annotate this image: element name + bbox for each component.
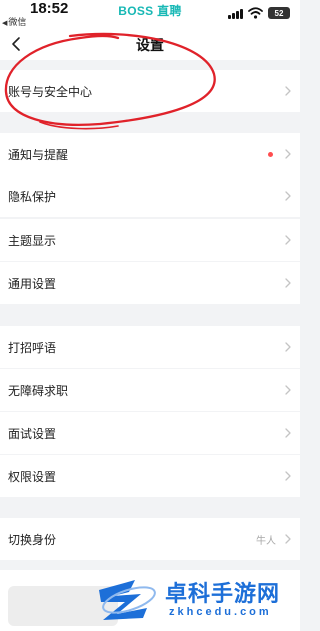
settings-item-general[interactable]: 通用设置 [0, 262, 300, 304]
chevron-right-icon [285, 342, 291, 352]
notification-dot [268, 152, 273, 157]
chevron-right-icon [285, 385, 291, 395]
back-triangle-icon: ◀ [2, 19, 8, 27]
settings-item-label: 通知与提醒 [8, 147, 69, 162]
watermark-logo-icon [99, 580, 156, 620]
back-app-label: 微信 [8, 18, 27, 28]
settings-item-label: 面试设置 [8, 426, 57, 441]
chevron-right-icon [285, 534, 291, 544]
settings-item-theme[interactable]: 主题显示 [0, 219, 300, 261]
settings-item-label: 权限设置 [8, 469, 57, 484]
watermark-subtitle: zkhcedu.com [169, 606, 272, 618]
settings-item-label: 通用设置 [8, 276, 57, 291]
chevron-right-icon [285, 278, 291, 288]
settings-item-switch-identity[interactable]: 切换身份 牛人 [0, 518, 300, 560]
settings-item-account-security[interactable]: 账号与安全中心 [0, 70, 300, 112]
settings-item-label: 无障碍求职 [8, 383, 69, 398]
settings-item-label: 打招呼语 [8, 340, 57, 355]
settings-item-label: 隐私保护 [8, 189, 57, 204]
settings-item-notifications[interactable]: 通知与提醒 [0, 133, 300, 175]
chevron-right-icon [285, 86, 291, 96]
settings-item-privacy[interactable]: 隐私保护 [0, 175, 300, 217]
settings-item-interview[interactable]: 面试设置 [0, 412, 300, 454]
chevron-right-icon [285, 191, 291, 201]
page-title: 设置 [136, 38, 164, 54]
current-identity-value: 牛人 [256, 535, 276, 547]
settings-item-greeting[interactable]: 打招呼语 [0, 326, 300, 368]
settings-item-label: 账号与安全中心 [8, 84, 93, 99]
chevron-right-icon [285, 235, 291, 245]
nav-bar: 设置 [0, 28, 300, 60]
wifi-icon [248, 7, 263, 19]
settings-item-label: 切换身份 [8, 532, 57, 547]
watermark: 卓科手游网 zkhcedu.com [95, 574, 295, 624]
settings-item-permissions[interactable]: 权限设置 [0, 455, 300, 497]
chevron-right-icon [285, 471, 291, 481]
chevron-right-icon [285, 428, 291, 438]
settings-item-accessible-job[interactable]: 无障碍求职 [0, 369, 300, 411]
cellular-signal-icon [228, 8, 243, 19]
battery-icon: 52 [268, 7, 290, 19]
chevron-right-icon [285, 149, 291, 159]
settings-item-label: 主题显示 [8, 233, 57, 248]
status-icons: 52 [228, 6, 290, 20]
status-bar: 18:52 ◀微信 BOSS 直聘 52 [0, 0, 300, 28]
watermark-title: 卓科手游网 [165, 582, 281, 607]
